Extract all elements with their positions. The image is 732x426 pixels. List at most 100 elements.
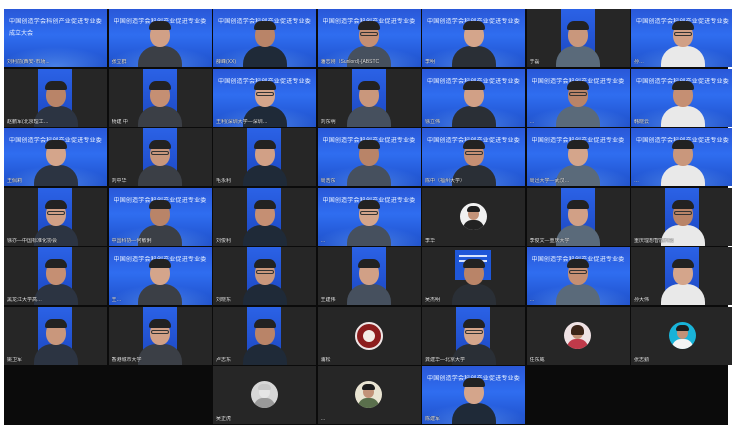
participant-tile[interactable]: 李华 — [422, 187, 525, 246]
participant-tile[interactable]: 中国创造学会科创产业促进专业委员会王… — [108, 247, 212, 305]
participant-video-person — [33, 318, 78, 365]
participant-tile[interactable]: 香港城市大学 — [108, 306, 212, 365]
participant-tile[interactable]: 重庆理想智能科技 — [631, 187, 732, 246]
participant-tile[interactable]: 赵鹏军(北京理工… — [4, 68, 107, 127]
participant-name: 黑龙江大学高… — [7, 297, 43, 303]
participant-name: 杨建 中 — [111, 118, 128, 125]
participant-name: 吴杰明 — [425, 297, 441, 303]
participant-tile[interactable]: 刘中华 — [108, 128, 212, 186]
participant-tile[interactable]: 黑龙江大学高… — [4, 247, 107, 305]
participant-name: 刘利前(西安-市场... — [7, 59, 50, 65]
participant-tile[interactable]: … — [317, 366, 421, 424]
participant-name: 徐亦—中国标准化协会 — [7, 237, 58, 244]
participant-name: 刘东明 — [320, 118, 336, 125]
participant-tile[interactable]: 中国创造学会科创产业促进专业委员会王利(深圳大学—深圳… — [213, 68, 316, 127]
participant-video-person — [660, 259, 705, 305]
participant-video-person — [242, 140, 287, 186]
participant-name: … — [529, 297, 535, 303]
participant-tile[interactable]: 中国创造学会科创产业促进专业委员会陈中（福州大学） — [422, 128, 525, 186]
meeting-banner-subtitle: 成立大会 — [9, 31, 34, 37]
participant-video-person — [347, 259, 391, 305]
participant-tile[interactable]: 吴杰明 — [422, 247, 525, 305]
participant-tile[interactable]: 徐亦—中国标准化协会 — [4, 187, 107, 246]
participant-name: 李明 — [425, 59, 436, 65]
participant-video-person — [451, 80, 496, 127]
participant-name: 龚建华—北京大学 — [425, 356, 466, 363]
participant-name: 王建伟 — [320, 297, 336, 303]
participant-name: 周浩东 — [320, 178, 336, 184]
participant-tile[interactable]: 中国创造学会科创产业促进专业委员会李明 — [422, 9, 525, 67]
participant-name: 于磊 — [529, 59, 540, 65]
participant-video-person — [138, 259, 182, 305]
participant-video-person — [242, 199, 287, 246]
participant-name: 陈建军 — [425, 416, 441, 422]
participant-name: 重庆理想智能科技 — [634, 237, 675, 244]
participant-name: 薛峰(XX) — [216, 59, 237, 65]
participant-name: 张志勤 — [634, 356, 650, 363]
participant-tile[interactable]: 刘东明 — [317, 68, 421, 127]
participant-name: … — [320, 237, 326, 244]
participant-tile[interactable]: 吴正虎 — [213, 366, 316, 424]
participant-tile[interactable]: 中国创造学会科创产业促进专业委员会张立群 — [108, 9, 212, 67]
participant-tile[interactable]: 中国创造学会科创产业促进专业委员会… — [526, 247, 630, 305]
participant-name: … — [634, 178, 639, 184]
participant-name: 赵鹏军(北京理工… — [7, 118, 49, 125]
video-grid: 中国创造学会科创产业促进专业委员会成立大会刘利前(西安-市场...中国创造学会科… — [4, 9, 732, 425]
participant-video-person — [451, 378, 496, 424]
participant-video-person — [451, 21, 496, 67]
participant-tile[interactable]: 浦松 — [317, 306, 421, 365]
participant-tile[interactable]: 中国创造学会科创产业促进专业委员会周浩东 — [317, 128, 421, 186]
participant-video-person — [556, 259, 600, 305]
participant-tile[interactable]: 中国创造学会科创产业促进专业委员会… — [526, 68, 630, 127]
participant-video-person — [347, 140, 391, 186]
participant-tile[interactable]: 任东威 — [526, 306, 630, 365]
participant-tile[interactable]: 中国创造学会科创产业促进专业委员会徐立伟 — [422, 68, 525, 127]
participant-tile[interactable]: 姚卫军 — [4, 306, 107, 365]
participant-tile[interactable]: 中国创造学会科创产业促进专业委员会孙… — [631, 9, 732, 67]
participant-tile[interactable]: 于磊 — [526, 9, 630, 67]
participant-name: 陈中（福州大学） — [425, 178, 466, 184]
participant-name: 徐立伟 — [425, 118, 441, 125]
participant-tile[interactable]: 中国创造学会科创产业促进专业委员会潘志刚（Sunlord)-[ABSTC — [317, 9, 421, 67]
participant-tile[interactable]: 刘俊利 — [213, 187, 316, 246]
participant-name: 刘俊利 — [216, 237, 232, 244]
participant-tile[interactable]: 中国创造学会科创产业促进专业委员会中国科协—何敏俐 — [108, 187, 212, 246]
participant-video-person — [138, 80, 182, 127]
participant-tile[interactable]: 中国创造学会科创产业促进专业委员会韩晓云 — [631, 68, 732, 127]
participant-name: 王… — [111, 297, 122, 303]
participant-video-person — [242, 21, 287, 67]
participant-name: 中国科协—何敏俐 — [111, 237, 152, 244]
participant-tile[interactable]: 王建伟 — [317, 247, 421, 305]
participant-tile[interactable]: 中国创造学会科创产业促进专业委员会成立大会刘利前(西安-市场... — [4, 9, 107, 67]
participant-tile[interactable]: 中国创造学会科创产业促进专业委员会… — [317, 187, 421, 246]
participant-tile[interactable]: 李俊文—重庆大学 — [526, 187, 630, 246]
participant-name: 刘晓东 — [216, 297, 232, 303]
participant-tile[interactable]: 刘晓东 — [213, 247, 316, 305]
participant-tile[interactable]: 龚建华—北京大学 — [422, 306, 525, 365]
participant-video-person — [138, 140, 182, 186]
participant-tile[interactable]: 张志勤 — [631, 306, 732, 365]
participant-tile[interactable]: 卢志东 — [213, 306, 316, 365]
participant-tile[interactable]: 中国创造学会科创产业促进专业委员会周迅大学—武汉… — [526, 128, 630, 186]
participant-tile[interactable]: 中国创造学会科创产业促进专业委员会… — [631, 128, 732, 186]
meeting-banner-text: 中国创造学会科创产业促进专业委员会 — [9, 19, 102, 25]
participant-name: 卢志东 — [216, 356, 232, 363]
participant-tile[interactable]: 毛永利 — [213, 128, 316, 186]
participant-name: 张立群 — [111, 59, 127, 65]
participant-name: 周迅大学—武汉… — [529, 178, 570, 184]
participant-video-person — [33, 140, 78, 186]
participant-tile[interactable]: 孙大伟 — [631, 247, 732, 305]
participant-name: 韩晓云 — [634, 118, 650, 125]
participant-name: 毛永利 — [216, 178, 232, 184]
participant-name: 王佩莉 — [7, 178, 23, 184]
participant-tile[interactable]: 杨建 中 — [108, 68, 212, 127]
participant-tile[interactable]: 中国创造学会科创产业促进专业委员会陈建军 — [422, 366, 525, 424]
participant-name: 刘中华 — [111, 178, 127, 184]
participant-tile[interactable]: 中国创造学会科创产业促进专业委员会王佩莉 — [4, 128, 107, 186]
participant-tile[interactable]: 中国创造学会科创产业促进专业委员会薛峰(XX) — [213, 9, 316, 67]
participant-video-person — [451, 259, 496, 305]
participant-video-person — [138, 21, 182, 67]
profile-avatar-icon — [668, 321, 696, 349]
participant-name: 李俊文—重庆大学 — [529, 237, 570, 244]
profile-avatar-icon — [355, 381, 382, 408]
